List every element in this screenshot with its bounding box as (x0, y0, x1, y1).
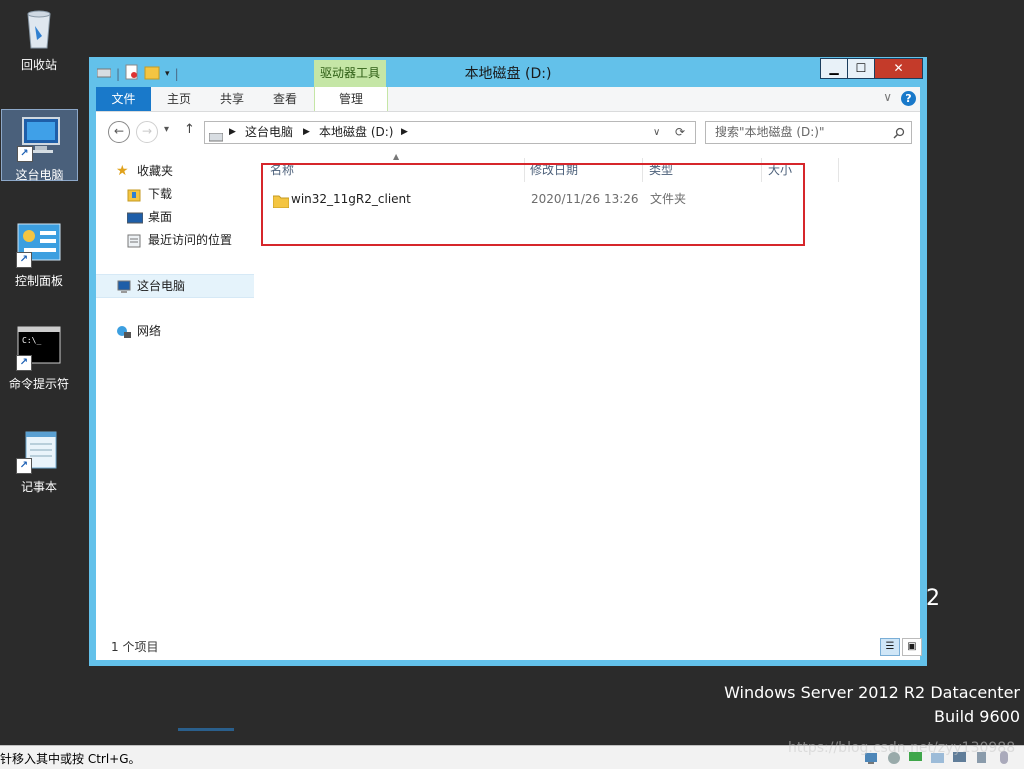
ribbon-tabs: 文件 主页 共享 查看 管理 ∨ ? (96, 87, 920, 112)
notepad-icon: ↗ (16, 428, 62, 474)
nav-label: 桌面 (148, 210, 173, 224)
nav-label: 下载 (148, 187, 173, 201)
address-bar[interactable]: ▶ 这台电脑 ▶ 本地磁盘 (D:) ▶ ∨ ⟳ (204, 121, 696, 144)
desktop-icon-label: 这台电脑 (15, 168, 64, 182)
nav-label: 最近访问的位置 (148, 233, 233, 247)
breadcrumb-local-disk[interactable]: 本地磁盘 (D:) (319, 122, 393, 143)
nav-recent[interactable]: 最近访问的位置 (96, 229, 254, 251)
desktop-icon-label: 记事本 (20, 480, 57, 494)
drive-icon (208, 128, 224, 149)
desktop-icon-cmd[interactable]: C:\_ ↗ 命令提示符 (0, 325, 78, 392)
recent-locations-button[interactable]: ▾ (164, 124, 169, 135)
nav-desktop[interactable]: 桌面 (96, 206, 254, 228)
nav-this-pc[interactable]: 这台电脑 (96, 274, 254, 298)
shortcut-arrow-icon: ↗ (16, 146, 33, 162)
close-button[interactable]: ✕ (874, 58, 923, 79)
chevron-down-icon[interactable]: ∨ (883, 90, 892, 104)
status-bar: 1 个项目 ☰ ▣ (96, 630, 922, 660)
blog-watermark: https://blog.csdn.net/zyy130988 (788, 740, 1016, 756)
breadcrumb-separator-icon[interactable]: ▶ (229, 122, 236, 143)
star-icon: ★ (116, 163, 129, 179)
search-input[interactable]: 搜索"本地磁盘 (D:)" (705, 121, 912, 144)
os-watermark-line2: Build 9600 (934, 707, 1020, 726)
shortcut-arrow-icon: ↗ (16, 458, 32, 474)
tab-file[interactable]: 文件 (96, 87, 151, 111)
nav-label: 收藏夹 (137, 164, 174, 178)
computer-icon: ↗ (16, 116, 63, 162)
search-placeholder: 搜索"本地磁盘 (D:)" (715, 125, 825, 139)
tab-share[interactable]: 共享 (212, 87, 252, 111)
file-name: win32_11gR2_client (291, 192, 411, 206)
content-area: ★ 收藏夹 下载 桌面 最近访问的位置 这台电脑 网络 ▲ 名称 修改日期 类型… (96, 152, 920, 630)
taskbar-hint-text: 针移入其中或按 Ctrl+G。 (0, 752, 141, 766)
nav-favorites[interactable]: ★ 收藏夹 (96, 160, 254, 182)
desktop-icon-recycle-bin[interactable]: 回收站 (0, 6, 78, 73)
explorer-window: | ▾ | 驱动器工具 本地磁盘 (D:) ▁ ☐ ✕ 文件 主页 共享 查看 … (89, 57, 927, 666)
column-header-modified[interactable]: 修改日期 (530, 158, 643, 182)
nav-label: 网络 (137, 324, 162, 338)
recent-places-icon (127, 233, 141, 248)
side-number: 2 (926, 586, 940, 611)
table-row[interactable]: win32_11gR2_client 2020/11/26 13:26 文件夹 (270, 187, 870, 211)
maximize-button[interactable]: ☐ (847, 58, 875, 79)
item-count: 1 个项目 (111, 640, 159, 654)
breadcrumb-separator-icon[interactable]: ▶ (401, 122, 408, 143)
tab-manage[interactable]: 管理 (314, 87, 388, 111)
breadcrumb-this-pc[interactable]: 这台电脑 (245, 122, 293, 143)
nav-label: 这台电脑 (137, 279, 186, 293)
title-bar[interactable]: | ▾ | 驱动器工具 本地磁盘 (D:) ▁ ☐ ✕ (89, 57, 927, 87)
desktop-icon (126, 210, 144, 224)
nav-network[interactable]: 网络 (96, 320, 254, 342)
tab-view[interactable]: 查看 (265, 87, 305, 111)
column-header-type[interactable]: 类型 (649, 158, 762, 182)
details-view-button[interactable]: ☰ (880, 638, 900, 656)
forward-button[interactable]: → (136, 121, 158, 143)
file-type: 文件夹 (650, 192, 687, 206)
file-modified: 2020/11/26 13:26 (531, 192, 639, 206)
column-header-size[interactable]: 大小 (768, 158, 839, 182)
folder-icon (272, 192, 290, 216)
large-icons-view-button[interactable]: ▣ (902, 638, 922, 656)
nav-downloads[interactable]: 下载 (96, 183, 254, 205)
search-icon[interactable] (893, 122, 905, 143)
control-panel-icon: ↗ (16, 222, 62, 268)
breadcrumb-separator-icon[interactable]: ▶ (303, 122, 310, 143)
address-dropdown-icon[interactable]: ∨ (653, 122, 660, 143)
desktop-icon-label: 控制面板 (14, 274, 63, 288)
window-title: 本地磁盘 (D:) (464, 66, 552, 82)
os-watermark-line1: Windows Server 2012 R2 Datacenter (724, 683, 1020, 702)
navigation-pane: ★ 收藏夹 下载 桌面 最近访问的位置 这台电脑 网络 (96, 152, 254, 630)
desktop-icon-this-pc[interactable]: ↗ 这台电脑 (1, 109, 78, 182)
column-header-name[interactable]: 名称 (270, 158, 525, 182)
network-icon (116, 324, 131, 338)
desktop-icon-label: 回收站 (20, 58, 57, 72)
taskbar-button-indicator (178, 728, 234, 731)
downloads-icon (127, 187, 141, 202)
svg-text:C:\_: C:\_ (22, 336, 41, 345)
desktop-icon-notepad[interactable]: ↗ 记事本 (0, 428, 78, 495)
shortcut-arrow-icon: ↗ (16, 252, 32, 268)
shortcut-arrow-icon: ↗ (16, 355, 32, 371)
back-button[interactable]: ← (108, 121, 130, 143)
computer-icon (116, 279, 131, 293)
cmd-icon: C:\_ ↗ (16, 325, 62, 371)
desktop-icon-label: 命令提示符 (8, 377, 69, 391)
desktop-icon-control-panel[interactable]: ↗ 控制面板 (0, 222, 78, 289)
navigation-bar: ← → ▾ ↑ ▶ 这台电脑 ▶ 本地磁盘 (D:) ▶ ∨ ⟳ 搜索"本地磁盘… (96, 112, 920, 152)
refresh-icon[interactable]: ⟳ (675, 122, 685, 143)
minimize-button[interactable]: ▁ (820, 58, 848, 79)
up-button[interactable]: ↑ (184, 122, 195, 137)
recycle-bin-icon (16, 6, 62, 52)
tab-home[interactable]: 主页 (159, 87, 199, 111)
help-icon[interactable]: ? (901, 91, 916, 106)
file-list: ▲ 名称 修改日期 类型 大小 win32_11gR2_client 2020/… (258, 152, 920, 630)
